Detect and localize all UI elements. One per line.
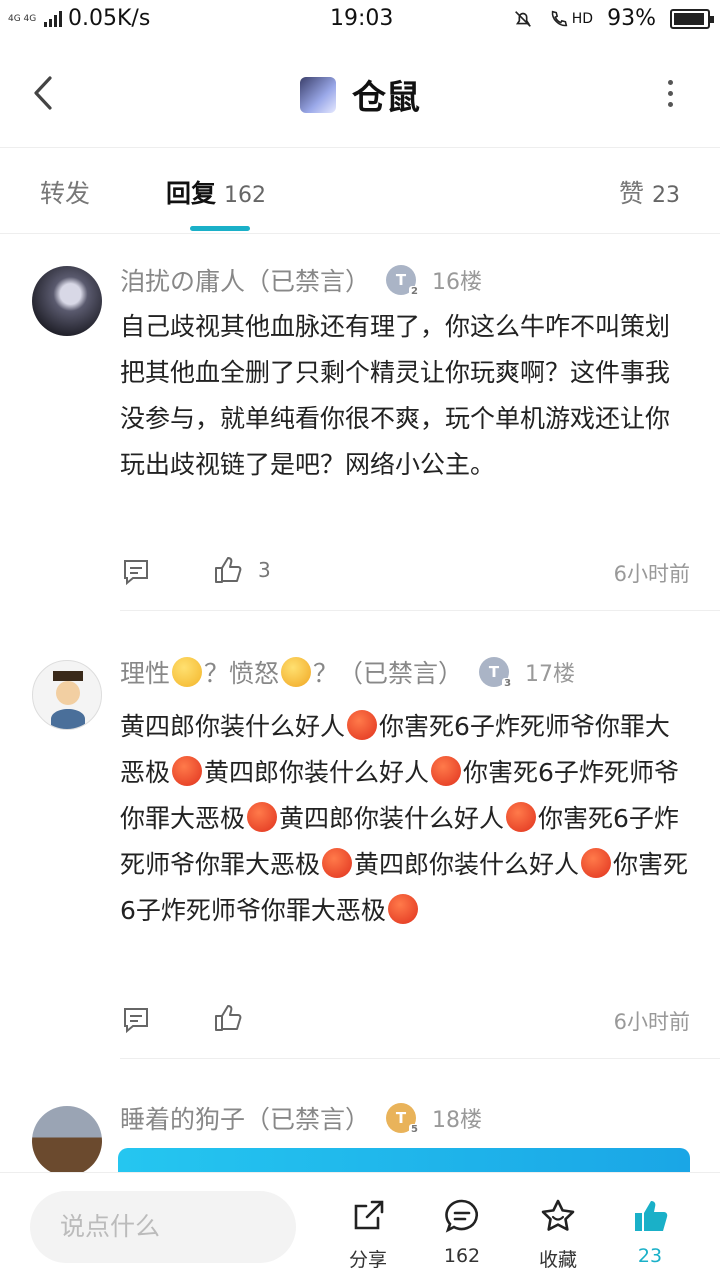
comment-icon — [124, 1008, 148, 1034]
battery-percent: 93% — [607, 6, 656, 31]
network-speed: 0.05K/s — [68, 6, 151, 31]
divider — [120, 1058, 720, 1059]
angry-emoji-icon — [506, 802, 537, 832]
angry-emoji-icon — [172, 756, 203, 786]
timestamp: 6小时前 — [613, 562, 690, 586]
tab-forward[interactable]: 转发 — [40, 174, 90, 210]
like-button[interactable]: 3 — [212, 554, 271, 586]
angry-emoji-icon — [247, 802, 278, 832]
post-content: 黄四郎你装什么好人 你害死6子炸死师爷你罪大恶极 黄四郎你装什么好人 你害死6子炸死师… — [120, 710, 689, 925]
favorite-button[interactable]: 收藏 — [518, 1195, 598, 1272]
star-icon — [541, 1199, 575, 1231]
angry-emoji-icon — [322, 848, 353, 878]
avatar[interactable] — [32, 1106, 102, 1176]
reply-count: 162 — [224, 183, 267, 208]
tab-like[interactable]: 赞 23 — [619, 174, 680, 210]
username[interactable]: 睡着的狗子（已禁言） — [120, 1100, 370, 1136]
like-count: 3 — [258, 558, 271, 582]
silent-bell-icon — [514, 10, 531, 27]
share-icon — [354, 1200, 384, 1230]
comment-icon — [124, 560, 148, 586]
thumbs-up-icon — [215, 1005, 242, 1031]
reply-button[interactable] — [120, 1004, 152, 1040]
hd-call-icon: HD — [548, 8, 593, 30]
forum-avatar[interactable] — [300, 76, 336, 113]
tab-bar: 转发 回复 162 赞 23 — [0, 148, 720, 234]
avatar[interactable] — [32, 660, 102, 730]
tab-indicator — [190, 226, 250, 231]
divider — [120, 610, 720, 611]
page-header: 仓鼠 — [0, 40, 720, 148]
angry-emoji-icon — [581, 848, 612, 878]
page-title: 仓鼠 — [352, 78, 420, 118]
angry-face-emoji-icon — [281, 657, 312, 687]
more-vertical-icon — [667, 80, 673, 85]
floor-number: 16楼 — [432, 270, 483, 295]
like-count: 23 — [652, 183, 680, 208]
angry-emoji-icon — [347, 710, 378, 740]
comment-bubble-icon — [445, 1199, 478, 1233]
username[interactable]: 理性 ？愤怒 ？（已禁言） — [120, 654, 463, 690]
battery-icon — [670, 8, 714, 29]
reply-button[interactable] — [120, 556, 152, 592]
tab-reply[interactable]: 回复 162 — [166, 174, 266, 210]
bottom-bar: 说点什么 分享 162 收藏 23 — [0, 1172, 720, 1280]
angry-emoji-icon — [387, 894, 418, 924]
network-type: 4G 4G — [8, 13, 37, 24]
thumbs-up-icon — [215, 557, 242, 583]
share-button[interactable]: 分享 — [328, 1195, 408, 1272]
more-button[interactable] — [660, 80, 680, 110]
comments-button[interactable]: 162 — [422, 1195, 502, 1267]
status-bar: 4G 4G 0.05K/s 19:03 HD 93% — [0, 0, 720, 40]
level-badge: T3 — [479, 657, 514, 689]
like-button[interactable] — [212, 1002, 258, 1034]
floor-number: 17楼 — [525, 662, 576, 687]
level-badge: T2 — [386, 265, 421, 297]
signal-icon — [44, 10, 62, 27]
clock: 19:03 — [330, 6, 394, 31]
post-content: 自己歧视其他血脉还有理了，你这么牛咋不叫策划把其他血全删了只剩个精灵让你玩爽啊？… — [120, 312, 671, 479]
comment-input[interactable]: 说点什么 — [30, 1191, 296, 1263]
like-button[interactable]: 23 — [610, 1195, 690, 1267]
angry-emoji-icon — [431, 756, 462, 786]
username[interactable]: 洎扰の庸人（已禁言） — [120, 262, 370, 298]
timestamp: 6小时前 — [613, 1010, 690, 1034]
avatar[interactable] — [32, 266, 102, 336]
level-badge: T5 — [386, 1103, 421, 1135]
thinking-emoji-icon — [172, 657, 203, 687]
thumbs-up-filled-icon — [635, 1201, 668, 1231]
floor-number: 18楼 — [432, 1108, 483, 1133]
